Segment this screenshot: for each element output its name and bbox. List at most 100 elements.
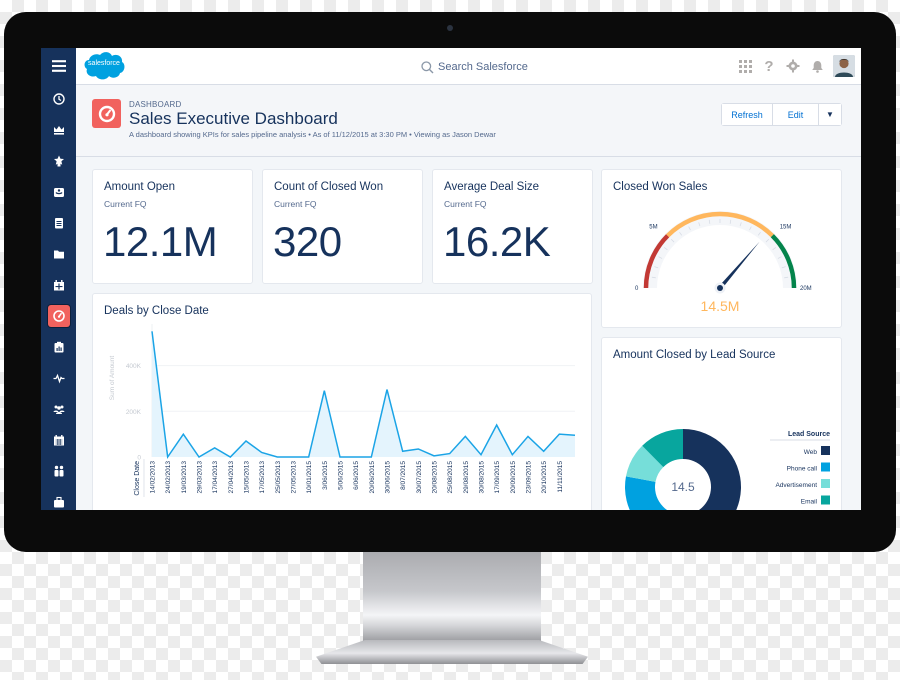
screen: salesforce Search Salesforce ? DASHBOARD… <box>41 48 861 510</box>
gauge-band-label: 15M <box>780 224 792 230</box>
x-tick-label: 17/09/2015 <box>494 461 501 494</box>
notepad-icon <box>54 218 63 229</box>
metric-value: 12.1M <box>103 218 218 265</box>
gauge-chart: 0 20M 5M 15M 14.5M <box>635 211 812 314</box>
metric-subtitle: Current FQ <box>274 199 317 209</box>
sidebar-item-contacts[interactable] <box>41 458 76 484</box>
x-tick-label: 27/04/2013 <box>228 461 235 494</box>
metric-subtitle: Current FQ <box>444 199 487 209</box>
sidebar-item-recent[interactable] <box>41 86 76 112</box>
metric-title: Amount Open <box>104 181 175 193</box>
metric-card-average-deal-size[interactable]: Average Deal Size Current FQ 16.2K <box>432 169 593 284</box>
donut-center-label: 14.5 <box>671 480 695 494</box>
legend-label: Advertisement <box>775 482 817 489</box>
metric-card-amount-open[interactable]: Amount Open Current FQ 12.1M <box>92 169 253 284</box>
pulse-icon <box>53 373 64 384</box>
legend-swatch <box>821 479 830 488</box>
donut-card-amount-by-lead-source[interactable]: Amount Closed by Lead Source 14.5 Lead So… <box>601 337 842 510</box>
chevron-down-icon: ▼ <box>826 110 834 119</box>
x-tick-label: 29/03/2013 <box>197 461 204 494</box>
x-tick-label: 19/03/2013 <box>181 461 188 494</box>
user-avatar[interactable] <box>833 55 855 77</box>
x-tick-label: 20/10/2015 <box>541 461 548 494</box>
page-title: Sales Executive Dashboard <box>129 109 338 128</box>
sidebar-item-favorites[interactable] <box>41 148 76 174</box>
sidebar-item-menu[interactable] <box>41 53 76 79</box>
report-clipboard-icon <box>54 341 63 353</box>
gauge-band-label: 5M <box>649 224 657 230</box>
search-placeholder: Search Salesforce <box>438 61 528 73</box>
sidebar-item-dashboards[interactable] <box>41 303 76 329</box>
setup-button[interactable] <box>785 58 801 74</box>
gauge-min-label: 0 <box>635 286 639 292</box>
more-actions-dropdown[interactable]: ▼ <box>819 104 841 125</box>
logo-text: salesforce <box>88 60 120 67</box>
help-icon: ? <box>764 57 774 75</box>
dashboard-record-icon <box>92 99 121 128</box>
legend-label: Web <box>804 449 818 456</box>
metric-value: 16.2K <box>443 218 551 265</box>
y-tick-label: 0 <box>137 455 141 462</box>
area-fill <box>152 331 575 457</box>
global-search[interactable]: Search Salesforce <box>421 57 528 77</box>
sidebar-item-inbox[interactable] <box>41 179 76 205</box>
sidebar-item-groups[interactable] <box>41 396 76 422</box>
metric-title: Count of Closed Won <box>274 181 384 193</box>
x-axis-label: Close Date <box>134 461 141 496</box>
x-tick-label: 30/06/2015 <box>385 461 392 494</box>
folder-icon <box>53 250 64 259</box>
x-tick-label: 8/07/2015 <box>400 461 407 490</box>
line-chart-card-deals-by-close-date[interactable]: Deals by Close Date 0 200K 400K Sum of Amou… <box>92 293 592 510</box>
inbox-icon <box>53 188 64 197</box>
star-person-icon <box>53 155 64 167</box>
sidebar-item-files[interactable] <box>41 241 76 267</box>
sidebar-item-opportunities[interactable] <box>41 117 76 143</box>
sidebar-item-reports[interactable] <box>41 334 76 360</box>
x-tick-label: 25/05/2013 <box>275 461 282 494</box>
sidebar-item-cases[interactable] <box>41 489 76 510</box>
deals-line-chart: 0 200K 400K Sum of Amount Close Date 14/02/20… <box>109 324 576 497</box>
x-tick-label: 30/08/2015 <box>479 461 486 494</box>
sidebar-item-tasks[interactable] <box>41 210 76 236</box>
calendar-icon <box>53 435 64 446</box>
series-line <box>151 331 576 460</box>
x-tick-label: 11/11/2015 <box>557 461 564 493</box>
sidebar-item-feed[interactable] <box>41 365 76 391</box>
refresh-button[interactable]: Refresh <box>722 104 773 125</box>
x-tick-label: 20/06/2015 <box>369 461 376 494</box>
object-type-label: DASHBOARD <box>129 100 182 109</box>
app-launcher-button[interactable] <box>737 58 753 74</box>
metric-subtitle: Current FQ <box>104 199 147 209</box>
active-indicator <box>47 305 70 327</box>
edit-button[interactable]: Edit <box>773 104 819 125</box>
x-tick-label: 20/09/2015 <box>510 461 517 494</box>
setup-gear-icon <box>786 59 800 73</box>
gauge-max-label: 20M <box>800 286 812 292</box>
gauge-value-label: 14.5M <box>701 298 740 314</box>
dashboard-gauge-icon <box>52 310 65 322</box>
x-tick-label: 5/06/2015 <box>338 461 345 490</box>
header-actions: Refresh Edit ▼ <box>721 103 842 126</box>
people-group-icon <box>53 405 64 414</box>
legend-swatch <box>821 462 830 472</box>
metric-card-count-closed-won[interactable]: Count of Closed Won Current FQ 320 <box>262 169 423 284</box>
monitor-stand-neck <box>363 548 541 656</box>
notifications-button[interactable] <box>809 58 825 74</box>
sidebar-item-campaigns[interactable] <box>41 272 76 298</box>
x-tick-label: 25/08/2015 <box>447 461 454 494</box>
x-tick-label: 20/08/2015 <box>432 461 439 494</box>
legend-label: Email <box>801 499 818 506</box>
monitor-stand-base <box>316 640 588 664</box>
search-icon <box>421 60 434 73</box>
y-axis-label: Sum of Amount <box>109 356 116 401</box>
help-button[interactable]: ? <box>761 57 777 75</box>
x-tick-label: 3/06/2015 <box>322 461 329 490</box>
header-utility-icons: ? <box>737 54 855 78</box>
legend-label: Phone call <box>787 466 818 473</box>
sidebar-item-calendar[interactable] <box>41 427 76 453</box>
webcam-dot <box>447 25 453 31</box>
notifications-bell-icon <box>811 60 823 73</box>
y-tick-label: 400K <box>126 363 142 370</box>
gauge-card-closed-won-sales[interactable]: Closed Won Sales 0 20M 5M 15M 14.5M <box>601 169 842 328</box>
x-tick-label: 23/09/2015 <box>526 461 533 494</box>
